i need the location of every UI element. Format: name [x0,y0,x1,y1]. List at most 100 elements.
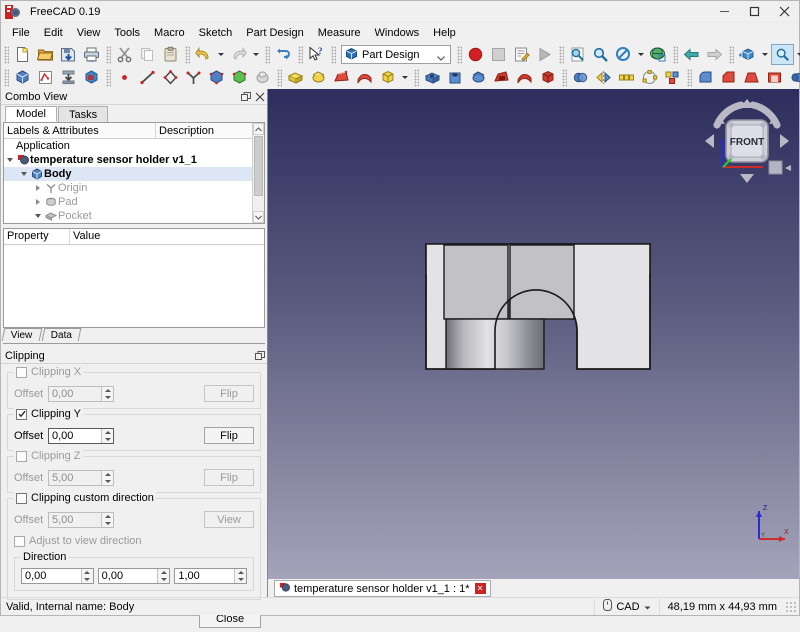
toolbar-grip-2[interactable] [106,46,111,64]
toolbar-grip-12[interactable] [4,69,9,87]
draw-style-dropdown[interactable] [635,44,647,65]
toolbar-grip-17[interactable] [687,69,692,87]
sub-primitive-red-icon[interactable] [536,67,559,88]
toolbar-grip-14[interactable] [277,69,282,87]
edit-note-icon[interactable] [510,44,533,65]
chamfer-red-icon[interactable] [717,67,740,88]
tree-item-document[interactable]: temperature sensor holder v1_1 [4,153,264,167]
pad-yellow-icon[interactable] [284,67,307,88]
undo-dropdown[interactable] [215,44,227,65]
loft-red-icon[interactable] [330,67,353,88]
clone-grey-icon[interactable] [251,67,274,88]
spinner-arrows[interactable] [101,471,113,485]
primitive-box-yellow-icon[interactable] [376,67,399,88]
menu-tools[interactable]: Tools [107,24,147,42]
scissors-icon[interactable] [113,44,136,65]
polar-pattern-icon[interactable] [638,67,661,88]
direction-y-input[interactable]: 0,00 [98,568,171,584]
hole-blue-icon[interactable] [444,67,467,88]
menu-part-design[interactable]: Part Design [239,24,310,42]
tree-header-description[interactable]: Description [156,123,264,138]
std-views-dropdown[interactable] [759,44,771,65]
primitive-dropdown[interactable] [399,67,411,88]
tab-model[interactable]: Model [5,106,57,122]
clipping-z-offset-input[interactable]: 5,00 [48,470,114,486]
toolbar-grip-3[interactable] [185,46,190,64]
spinner-arrows[interactable] [81,569,93,583]
mirror-yellow-icon[interactable] [592,67,615,88]
draft-red-icon[interactable] [740,67,763,88]
sub-loft-red-icon[interactable] [490,67,513,88]
spinner-arrows[interactable] [234,569,246,583]
adjust-view-direction-checkbox[interactable] [14,536,25,547]
toolbar-grip-7[interactable] [457,46,462,64]
menu-file[interactable]: File [5,24,37,42]
printer-icon[interactable] [80,44,103,65]
menu-macro[interactable]: Macro [147,24,192,42]
tab-data[interactable]: Data [41,328,81,341]
new-file-icon[interactable] [11,44,34,65]
scrollbar-thumb[interactable] [254,136,263,196]
blue-sphere-icon[interactable] [786,67,800,88]
save-disk-icon[interactable] [57,44,80,65]
expander-right-icon[interactable] [32,199,44,205]
pocket-blue-icon[interactable] [421,67,444,88]
clipping-x-offset-input[interactable]: 0,00 [48,386,114,402]
document-tab[interactable]: temperature sensor holder v1_1 : 1* ✕ [274,580,491,597]
datum-axis-icon[interactable] [182,67,205,88]
clipping-x-checkbox[interactable] [16,367,27,378]
sub-pipe-red-icon[interactable] [513,67,536,88]
redo-dropdown[interactable] [250,44,262,65]
undo-arrow-icon[interactable] [192,44,215,65]
toolbar-grip-13[interactable] [106,69,111,87]
view-cube-blue-icon[interactable] [736,44,759,65]
expander-down-icon[interactable] [4,158,16,162]
clipboard-icon[interactable] [159,44,182,65]
direction-x-input[interactable]: 0,00 [21,568,94,584]
tree-item-pad[interactable]: Pad [4,195,264,209]
polyline-diamond-icon[interactable] [159,67,182,88]
tree-item-application[interactable]: Application [4,139,264,153]
toolbar-grip-9[interactable] [673,46,678,64]
toolbar-grip[interactable] [4,46,9,64]
menu-sketch[interactable]: Sketch [192,24,240,42]
resize-grip[interactable] [785,601,797,613]
tree-item-pocket[interactable]: Pocket [4,209,264,223]
tab-view[interactable]: View [2,328,42,341]
expander-down-icon[interactable] [32,214,44,218]
toolbar-grip-5[interactable] [298,46,303,64]
thickness-red-icon[interactable] [763,67,786,88]
zoom-magnifier-active-icon[interactable] [771,44,794,65]
menu-view[interactable]: View [70,24,108,42]
multi-transform-icon[interactable] [661,67,684,88]
undock-icon[interactable] [239,90,253,104]
menu-help[interactable]: Help [426,24,463,42]
magnifier-icon[interactable] [589,44,612,65]
body-blue-icon[interactable] [11,67,34,88]
maximize-button[interactable] [739,1,769,22]
cursor-question-icon[interactable]: ? [305,44,328,65]
spinner-arrows[interactable] [101,387,113,401]
clipping-x-flip-button[interactable]: Flip [204,385,254,402]
tab-close-icon[interactable]: ✕ [475,583,486,594]
scroll-up-button[interactable] [253,123,264,135]
property-header-value[interactable]: Value [70,229,264,244]
fillet-blue-icon[interactable] [694,67,717,88]
property-header-property[interactable]: Property [4,229,70,244]
clipping-z-flip-button[interactable]: Flip [204,469,254,486]
cube-sketch-icon[interactable] [80,67,103,88]
menu-edit[interactable]: Edit [37,24,70,42]
spinner-arrows[interactable] [157,569,169,583]
red-circle-record-icon[interactable] [464,44,487,65]
navigation-cube[interactable]: FRONT [701,95,793,187]
toolbar-grip-8[interactable] [559,46,564,64]
toolbar-grip-16[interactable] [562,69,567,87]
line-red-icon[interactable] [136,67,159,88]
copy-pages-icon[interactable] [136,44,159,65]
tree-item-origin[interactable]: Origin [4,181,264,195]
workbench-selector[interactable]: Part Design [341,45,451,64]
scroll-down-button[interactable] [253,211,264,223]
fit-all-magnifier-icon[interactable] [566,44,589,65]
clipping-y-checkbox[interactable] [16,409,27,420]
tab-tasks[interactable]: Tasks [58,106,108,122]
